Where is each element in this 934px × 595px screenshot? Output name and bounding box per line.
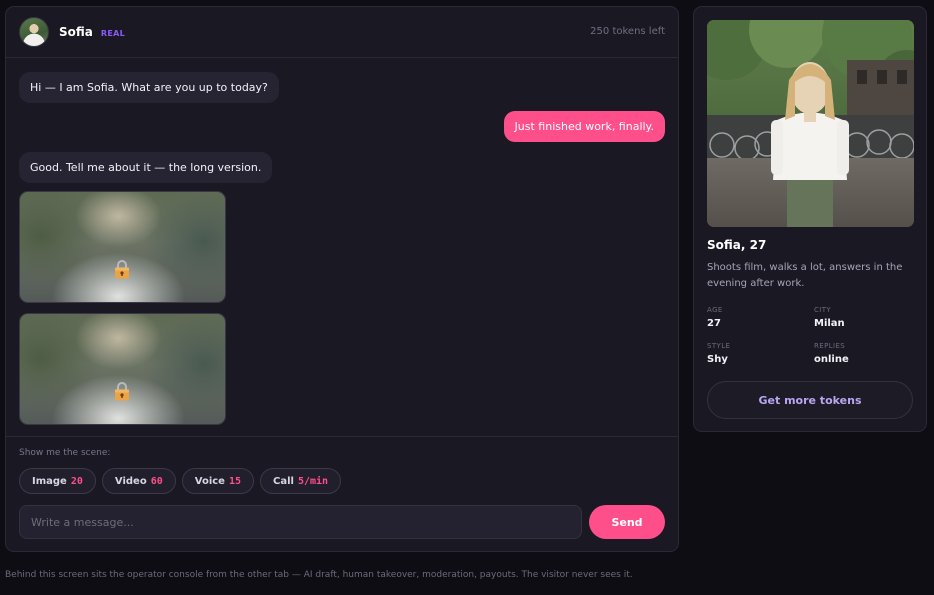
composer: Send xyxy=(19,505,665,539)
footer-note: Behind this screen sits the operator con… xyxy=(5,570,633,580)
stat-style-value: Shy xyxy=(707,354,728,365)
stat-age-value: 27 xyxy=(707,318,721,329)
message-bubble-incoming: Hi — I am Sofia. What are you up to toda… xyxy=(19,72,279,103)
chip-label: Voice xyxy=(194,475,225,487)
message-bubble-outgoing: Just finished work, finally. xyxy=(503,111,665,142)
chat-panel: Sofia REAL 250 tokens left Hi — I am Sof… xyxy=(5,6,679,552)
stat-replies-label: REPLIES xyxy=(814,342,846,350)
chip-price: 15 xyxy=(228,475,241,487)
scene-options: Image 20 Video 60 Voice 15 Call 5/min xyxy=(19,468,342,494)
chip-label: Call xyxy=(273,475,294,487)
locked-photo[interactable] xyxy=(19,313,226,425)
locked-photo[interactable] xyxy=(19,191,226,303)
chat-header: Sofia REAL 250 tokens left xyxy=(6,7,678,58)
chat-contact-name: Sofia xyxy=(59,25,93,39)
profile-panel: Sofia, 27 Shoots film, walks a lot, answ… xyxy=(693,6,927,432)
stat-age-label: AGE xyxy=(707,306,723,314)
message-bubble-incoming: Good. Tell me about it — the long versio… xyxy=(19,152,273,183)
lock-icon xyxy=(115,260,129,279)
stat-replies-value: online xyxy=(814,354,849,365)
stat-city-value: Milan xyxy=(814,318,845,329)
lock-icon xyxy=(115,382,129,401)
send-button[interactable]: Send xyxy=(589,505,665,539)
image-chip[interactable]: Image 20 xyxy=(19,468,96,494)
profile-name-age: Sofia, 27 xyxy=(707,238,767,252)
message-input[interactable] xyxy=(19,505,582,539)
profile-bio: Shoots film, walks a lot, answers in the… xyxy=(707,262,903,289)
chip-label: Image xyxy=(32,475,67,487)
scene-label: Show me the scene: xyxy=(19,448,111,458)
avatar[interactable] xyxy=(19,17,49,47)
chip-price: 20 xyxy=(70,475,83,487)
real-badge: REAL xyxy=(100,28,126,38)
get-more-tokens-button[interactable]: Get more tokens xyxy=(707,381,913,419)
stat-city-label: CITY xyxy=(814,306,832,314)
composer-divider xyxy=(6,436,678,437)
call-chip[interactable]: Call 5/min xyxy=(260,468,342,494)
stat-style-label: STYLE xyxy=(707,342,731,350)
profile-photo xyxy=(707,20,914,227)
chip-price: 60 xyxy=(150,475,163,487)
profile-photo-image xyxy=(707,20,914,227)
tokens-left-counter: 250 tokens left xyxy=(590,26,665,37)
message-list: Hi — I am Sofia. What are you up to toda… xyxy=(6,58,678,436)
video-chip[interactable]: Video 60 xyxy=(101,468,176,494)
chip-label: Video xyxy=(114,475,147,487)
voice-chip[interactable]: Voice 15 xyxy=(181,468,254,494)
chip-price: 5/min xyxy=(297,475,329,487)
